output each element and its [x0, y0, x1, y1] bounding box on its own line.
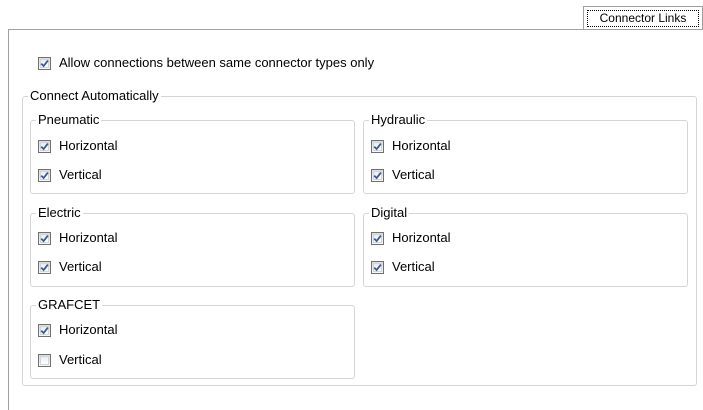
checkbox-box[interactable]	[38, 168, 51, 182]
checkmark-icon	[373, 263, 382, 271]
checkmark-icon	[373, 142, 382, 150]
checkbox-label: Vertical	[59, 167, 102, 182]
checkbox-box[interactable]	[38, 260, 51, 274]
checkmark-icon	[373, 234, 382, 242]
checkbox-box[interactable]	[38, 139, 51, 153]
electric-horizontal-checkbox[interactable]: Horizontal	[38, 230, 118, 246]
electric-vertical-checkbox[interactable]: Vertical	[38, 259, 102, 275]
checkmark-icon	[40, 263, 49, 271]
checkmark-icon	[40, 142, 49, 150]
hydraulic-horizontal-checkbox[interactable]: Horizontal	[371, 138, 451, 154]
checkmark-icon	[40, 326, 49, 334]
checkbox-label: Horizontal	[59, 138, 118, 153]
digital-vertical-checkbox[interactable]: Vertical	[371, 259, 435, 275]
checkbox-label: Allow connections between same connector…	[59, 55, 375, 70]
checkbox-box[interactable]	[38, 56, 51, 70]
pneumatic-horizontal-checkbox[interactable]: Horizontal	[38, 138, 118, 154]
checkbox-box[interactable]	[371, 139, 384, 153]
checkbox-label: Vertical	[392, 259, 435, 274]
checkbox-box[interactable]	[371, 231, 384, 245]
pneumatic-vertical-checkbox[interactable]: Vertical	[38, 167, 102, 183]
group-title: Digital	[369, 205, 410, 221]
checkmark-icon	[40, 59, 49, 67]
group-title: GRAFCET	[36, 297, 103, 313]
electric-group: Electric	[30, 205, 355, 287]
digital-horizontal-checkbox[interactable]: Horizontal	[371, 230, 451, 246]
digital-group: Digital	[363, 205, 688, 287]
checkbox-label: Horizontal	[392, 230, 451, 245]
checkmark-icon	[40, 234, 49, 242]
group-title: Pneumatic	[36, 112, 102, 128]
grafcet-vertical-checkbox[interactable]: Vertical	[38, 352, 102, 368]
group-title: Hydraulic	[369, 112, 428, 128]
hydraulic-vertical-checkbox[interactable]: Vertical	[371, 167, 435, 183]
checkbox-box[interactable]	[38, 353, 51, 367]
checkbox-label: Vertical	[59, 352, 102, 367]
checkbox-label: Horizontal	[59, 230, 118, 245]
tab-connector-links[interactable]: Connector Links	[583, 6, 703, 29]
checkbox-box[interactable]	[371, 168, 384, 182]
checkbox-label: Horizontal	[392, 138, 451, 153]
group-title: Electric	[36, 205, 83, 221]
grafcet-horizontal-checkbox[interactable]: Horizontal	[38, 322, 118, 338]
checkbox-box[interactable]	[38, 231, 51, 245]
checkbox-box[interactable]	[38, 323, 51, 337]
allow-same-connector-types-checkbox[interactable]: Allow connections between same connector…	[38, 55, 374, 71]
checkbox-label: Vertical	[392, 167, 435, 182]
checkbox-label: Horizontal	[59, 322, 118, 337]
checkbox-label: Vertical	[59, 259, 102, 274]
tab-label: Connector Links	[599, 11, 687, 25]
group-title: Connect Automatically	[28, 88, 161, 104]
checkmark-icon	[40, 171, 49, 179]
checkmark-icon	[373, 171, 382, 179]
checkbox-box[interactable]	[371, 260, 384, 274]
